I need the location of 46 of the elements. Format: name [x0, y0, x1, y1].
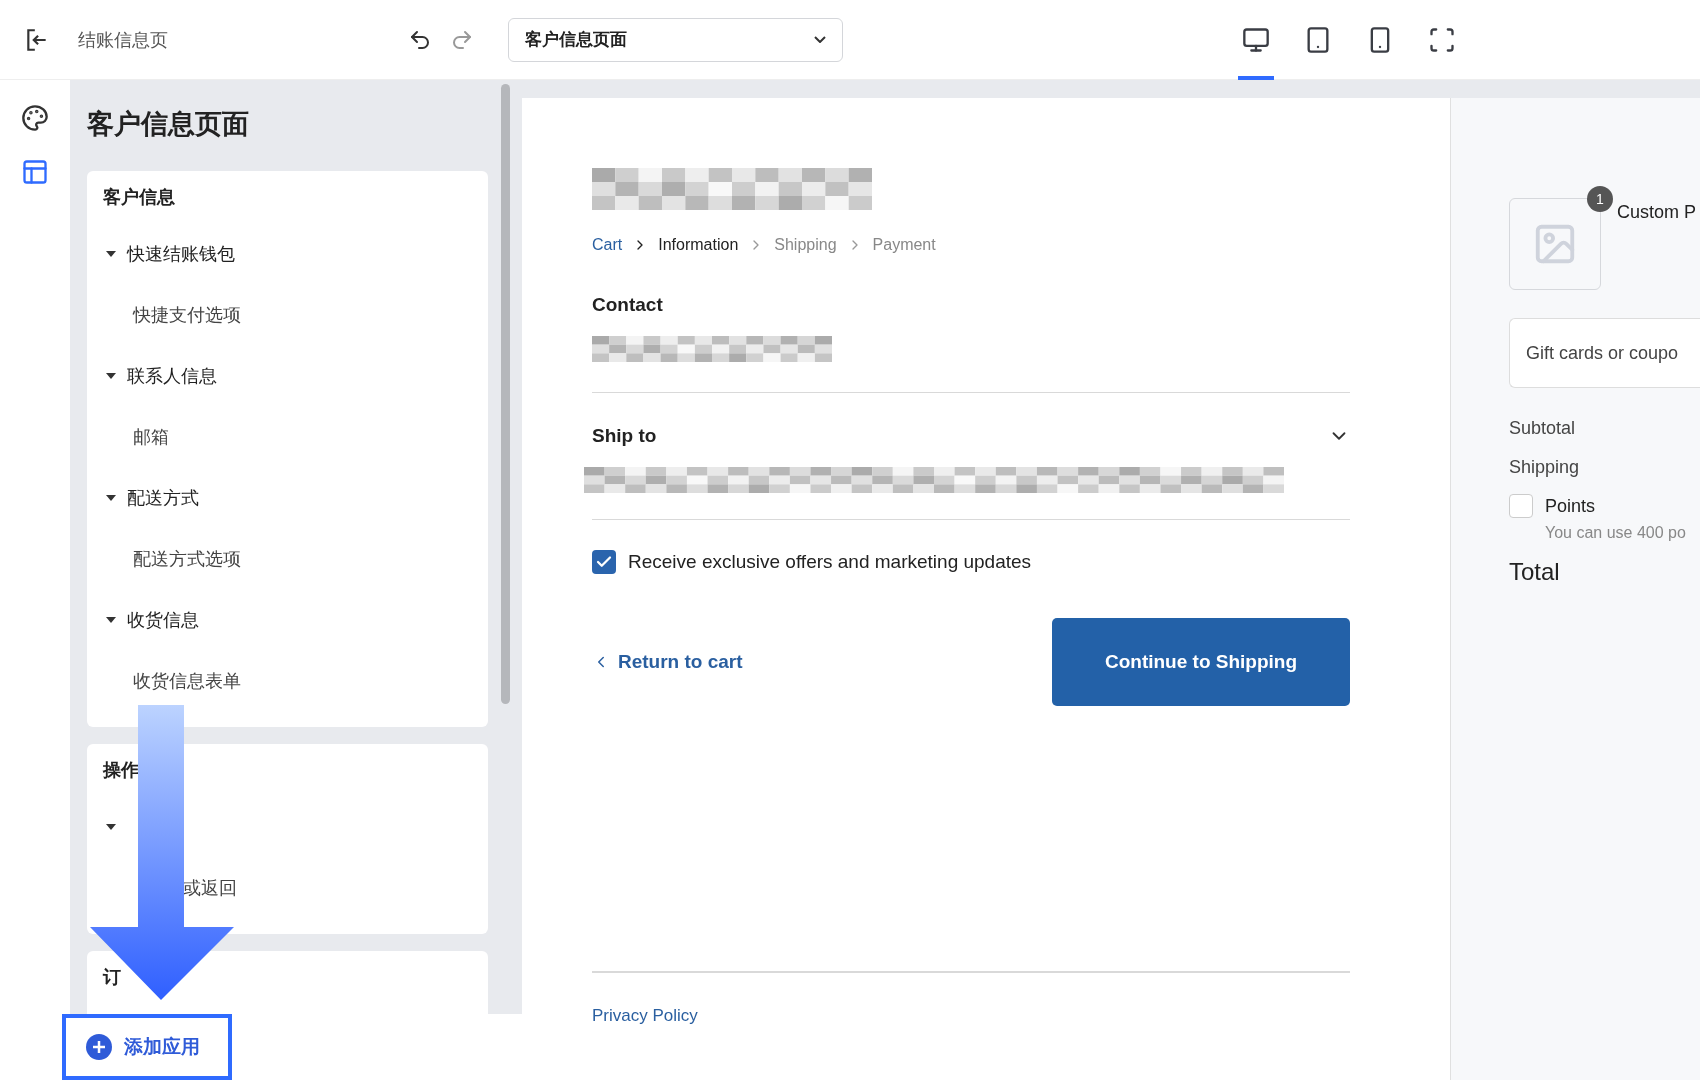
tree-item[interactable]: 配送方式选项 [103, 528, 472, 589]
palette-icon[interactable] [21, 104, 49, 132]
plus-icon [86, 1034, 112, 1060]
chevron-down-icon [814, 36, 826, 43]
continue-button[interactable]: Continue to Shipping [1052, 618, 1350, 706]
shipping-label: Shipping [1509, 457, 1581, 478]
tree-item[interactable]: 快速结账钱包 [127, 241, 235, 266]
points-label: Points [1545, 495, 1596, 517]
checkbox[interactable] [1509, 494, 1533, 518]
section-title: 客户信息 [103, 186, 176, 209]
breadcrumb-item: Shipping [774, 236, 837, 254]
privacy-link[interactable]: Privacy Policy [592, 1006, 698, 1025]
quantity-badge: 1 [1587, 186, 1613, 212]
checkbox[interactable] [592, 550, 616, 574]
points-hint: You can use 400 po [1545, 524, 1687, 542]
section-title: 操作 [103, 759, 140, 782]
caret-icon[interactable] [105, 371, 117, 380]
checkbox-label: Receive exclusive offers and marketing updates [628, 551, 1032, 573]
tree-item[interactable]: 收货信息表单 [103, 650, 472, 711]
gift-card-field[interactable]: Gift cards or coupo [1509, 318, 1700, 388]
ship-to-title: Ship to [592, 425, 657, 447]
caret-icon[interactable] [105, 615, 117, 624]
page-select[interactable]: 客户信息页面 [508, 17, 843, 62]
panel-title: 客户信息页面 [87, 108, 250, 141]
breadcrumb-item: Payment [872, 236, 936, 254]
page-title: 结账信息页 [78, 28, 169, 52]
subtotal-label: Subtotal [1509, 418, 1577, 439]
tree-item[interactable]: 快捷支付选项 [103, 284, 472, 345]
breadcrumb-item[interactable]: Cart [592, 236, 623, 254]
tree-item[interactable]: 联系人信息 [127, 363, 217, 388]
breadcrumb-item: Information [658, 236, 739, 254]
product-name: Custom P [1617, 202, 1697, 223]
tree-item[interactable]: 配送方式 [127, 485, 199, 510]
tree-item[interactable]: 收货信息 [127, 607, 199, 632]
caret-icon[interactable] [105, 822, 117, 831]
caret-icon[interactable] [105, 493, 117, 502]
contact-title: Contact [592, 294, 664, 316]
caret-icon[interactable] [105, 249, 117, 258]
layout-icon[interactable] [21, 158, 49, 186]
return-link[interactable]: Return to cart [592, 651, 743, 673]
scrollbar[interactable] [500, 84, 510, 704]
total-label: Total [1509, 558, 1561, 586]
add-app-button[interactable]: 添加应用 [62, 1014, 232, 1080]
section-title: 订 [103, 966, 122, 989]
tree-item[interactable]: 或返回 [103, 857, 472, 918]
tree-item[interactable]: 邮箱 [103, 406, 472, 467]
